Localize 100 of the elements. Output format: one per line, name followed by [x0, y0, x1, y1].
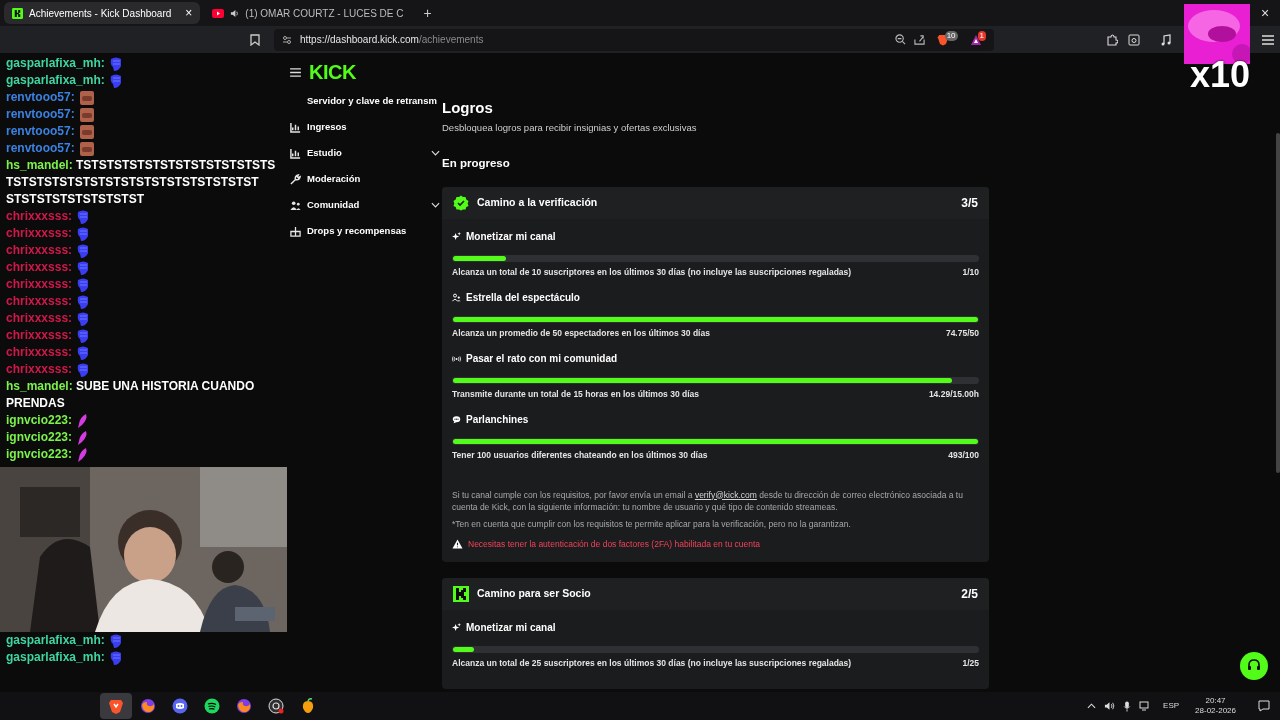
fist-emote-icon: [76, 225, 91, 242]
chevron-down-icon: [431, 150, 440, 156]
fist-emote-icon: [76, 293, 91, 310]
music-note-icon[interactable]: [1160, 33, 1172, 46]
sidebar-item[interactable]: Moderación: [290, 171, 442, 187]
chat-message: hs_mandel: TSTSTSTSTSTSTSTSTSTSTSTSTS TSTSTSTSTSTSTSTSTSTSTSTSTSTSTSTST STSTSTSTSTSTSTSTST: [6, 157, 277, 208]
fox-globe-icon[interactable]: [236, 698, 252, 714]
chat-username: chrixxxsss:: [6, 208, 73, 225]
kick-logo[interactable]: KICK: [309, 61, 356, 83]
achievement-title: Monetizar mi canal: [466, 621, 556, 635]
fist-emote-icon: [108, 55, 123, 72]
chat-username: ignvcio223:: [6, 412, 73, 429]
record-icon[interactable]: [268, 698, 284, 714]
menu-icon[interactable]: [1262, 34, 1274, 45]
puzzle-piece-icon[interactable]: [1106, 33, 1118, 46]
window-search-icon[interactable]: [1128, 33, 1140, 46]
zoom-out-icon[interactable]: [894, 34, 906, 45]
emote-icon: [78, 89, 95, 106]
clock[interactable]: 20:47 28-02-2026: [1191, 696, 1240, 716]
lion-shield-icon[interactable]: [108, 698, 124, 714]
gift-icon: [290, 225, 301, 237]
sidebar-item[interactable]: Drops y recompensas: [290, 223, 442, 239]
lion-shield-icon[interactable]: [936, 33, 949, 46]
chevron-up-icon[interactable]: [1087, 703, 1097, 709]
speaker-icon[interactable]: [1104, 701, 1116, 711]
url-text: https://dashboard.kick.com/achievements: [300, 33, 484, 47]
chat-username: chrixxxsss:: [6, 276, 73, 293]
sound-waves-icon[interactable]: [204, 698, 220, 714]
language-indicator[interactable]: ESP: [1159, 700, 1184, 712]
address-bar[interactable]: https://dashboard.kick.com/achievements 10 1: [274, 28, 994, 51]
verification-info: Si tu canal cumple con los requisitos, por favor envía un email a verify@kick.com desde tu dirección de correo electrónico asociada a tu cuenta de Kick, con la siguiente información: tu nombre de usuario y qué tipo de contenido streameas.: [452, 488, 964, 513]
chat-message: hs_mandel: SUBE UNA HISTORIA CUANDO PRENDAS: [6, 378, 256, 412]
achievement-description: Transmite durante un total de 15 horas en los últimos 30 días: [452, 388, 700, 400]
emote-icon: [78, 106, 95, 123]
kick-logo-icon: [12, 7, 23, 19]
wrench-icon: [290, 173, 301, 185]
new-tab-button[interactable]: +: [415, 2, 440, 24]
achievement-title: Parlanchines: [466, 413, 529, 427]
chat-username: chrixxxsss:: [6, 293, 73, 310]
chat-username: renvtooo57:: [6, 140, 75, 157]
game-controller-icon[interactable]: [172, 698, 188, 714]
chat-username: chrixxxsss:: [6, 225, 73, 242]
bookmark-icon[interactable]: [250, 33, 260, 46]
chart-icon: [290, 147, 301, 159]
close-tab-button[interactable]: ×: [185, 4, 193, 22]
chat-username: ignvcio223:: [6, 446, 73, 463]
sparkle-icon: [452, 232, 461, 241]
browser-tab[interactable]: Achievements - Kick Dashboard ×: [4, 2, 201, 24]
chat-username: chrixxxsss:: [6, 327, 73, 344]
card-title: Camino a la verificación: [477, 194, 599, 210]
fist-emote-icon: [76, 259, 91, 276]
close-window-button[interactable]: ×: [1250, 2, 1280, 24]
achievement-description: Tener 100 usuarios diferentes chateando en los últimos 30 días: [452, 449, 708, 461]
chat-username: chrixxxsss:: [6, 242, 73, 259]
scrollbar[interactable]: [1276, 133, 1280, 473]
site-settings-icon: [282, 34, 292, 45]
card-title: Camino para ser Socio: [477, 585, 592, 601]
chat-username: gasparlafixa_mh:: [6, 55, 105, 72]
achievement-title: Pasar el rato con mi comunidad: [466, 352, 618, 366]
step-count: 2/5: [961, 585, 978, 603]
play-logo-icon: [212, 8, 225, 18]
fruit-icon[interactable]: [300, 698, 316, 714]
fist-emote-icon: [108, 72, 123, 89]
chat-username: chrixxxsss:: [6, 344, 73, 361]
sidebar-item[interactable]: Ingresos: [290, 119, 442, 135]
achievement-title: Estrella del espectáculo: [466, 291, 580, 305]
network-icon[interactable]: [1139, 701, 1152, 711]
email-link[interactable]: verify@kick.com: [694, 489, 757, 500]
fist-emote-icon: [76, 276, 91, 293]
people-icon: [452, 293, 461, 302]
fist-emote-icon: [108, 632, 123, 649]
page-subtitle: Desbloquea logros para recibir insignias y ofertas exclusivas: [442, 121, 698, 135]
fist-emote-icon: [76, 208, 91, 225]
fist-emote-icon: [76, 361, 91, 378]
tab-title: Achievements - Kick Dashboard: [29, 6, 172, 21]
share-icon[interactable]: [913, 34, 925, 45]
step-count: 3/5: [961, 194, 978, 212]
fox-globe-icon[interactable]: [140, 698, 156, 714]
feather-emote-icon: [76, 429, 89, 446]
tab-title: (1) OMAR COURTZ - LUCES DE C: [245, 6, 404, 21]
sidebar-item[interactable]: Estudio: [290, 145, 442, 161]
notification-badge: 1: [977, 30, 986, 41]
chat-username: chrixxxsss:: [6, 361, 73, 378]
achievement-description: Alcanza un total de 10 suscriptores en los últimos 30 días (no incluye las suscripciones regaladas): [452, 266, 852, 278]
browser-tab[interactable]: (1) OMAR COURTZ - LUCES DE C: [204, 2, 412, 24]
progress-reading: 1/25: [962, 657, 979, 669]
microphone-icon[interactable]: [1123, 700, 1132, 712]
emote-icon: [78, 123, 95, 140]
progress-reading: 493/100: [948, 449, 979, 461]
sparkle-icon: [452, 623, 461, 632]
fist-emote-icon: [108, 649, 123, 666]
sidebar-item[interactable]: Comunidad: [290, 197, 442, 213]
feather-emote-icon: [76, 412, 89, 429]
chat-support-button[interactable]: [1240, 652, 1268, 680]
sidebar-item[interactable]: Servidor y clave de retransm: [290, 93, 442, 109]
chat-username: gasparlafixa_mh:: [6, 649, 105, 666]
fist-emote-icon: [76, 242, 91, 259]
achievement-description: Alcanza un total de 25 suscriptores en los últimos 30 días (no incluye las suscripciones regaladas): [452, 657, 852, 669]
notification-icon[interactable]: [1258, 700, 1270, 712]
menu-icon[interactable]: [290, 67, 301, 77]
